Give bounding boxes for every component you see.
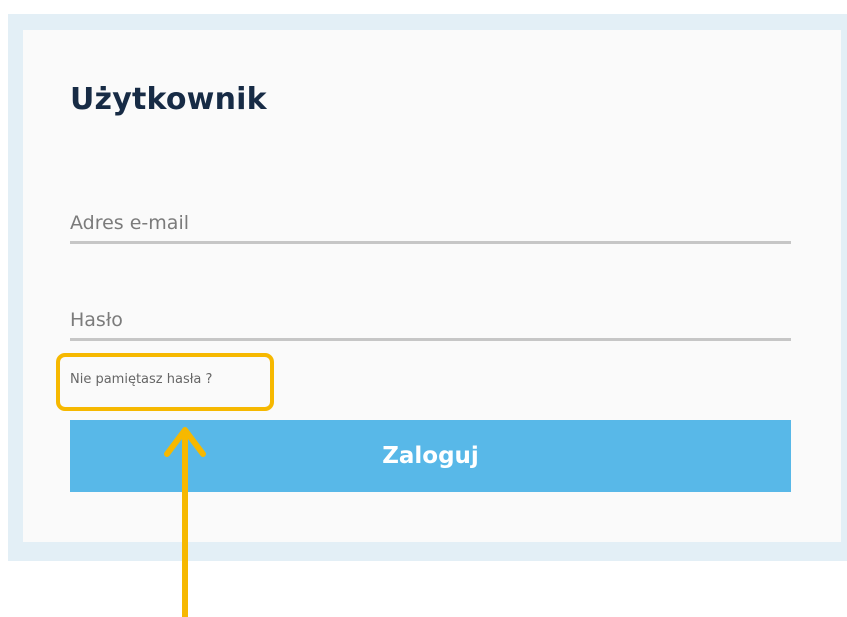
page-title: Użytkownik [70, 82, 267, 117]
password-input[interactable] [70, 301, 791, 338]
forgot-password-link[interactable]: Nie pamiętasz hasła ? [70, 372, 212, 387]
email-field-wrapper [70, 204, 791, 244]
email-input[interactable] [70, 204, 791, 241]
password-field-wrapper [70, 301, 791, 341]
login-button[interactable]: Zaloguj [70, 420, 791, 492]
